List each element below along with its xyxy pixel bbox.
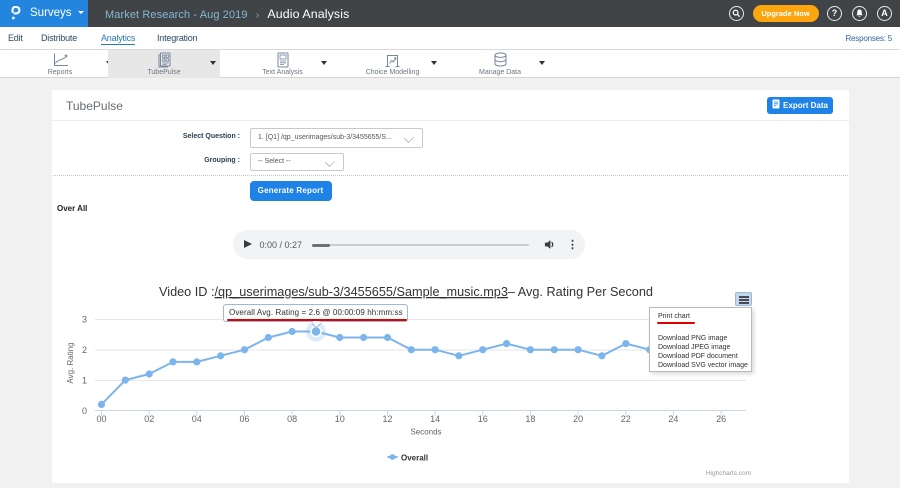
svg-text:06: 06 — [239, 414, 249, 424]
svg-text:Video ID :/qp_userimages/sub-3: Video ID :/qp_userimages/sub-3/3455655/S… — [159, 285, 653, 299]
svg-text:Overall: Overall — [401, 454, 428, 463]
svg-text:10: 10 — [335, 414, 345, 424]
svg-text:0: 0 — [82, 406, 87, 416]
svg-text:24: 24 — [668, 414, 678, 424]
svg-text:1: 1 — [82, 376, 87, 386]
svg-text:Avg. Rating: Avg. Rating — [66, 342, 75, 383]
svg-text:2: 2 — [82, 345, 87, 355]
svg-text:18: 18 — [525, 414, 535, 424]
svg-text:Seconds: Seconds — [410, 428, 441, 437]
svg-text:16: 16 — [478, 414, 488, 424]
svg-text:02: 02 — [144, 414, 154, 424]
svg-text:04: 04 — [192, 414, 202, 424]
svg-text:22: 22 — [621, 414, 631, 424]
svg-text:14: 14 — [430, 414, 440, 424]
svg-text:Highcharts.com: Highcharts.com — [706, 470, 751, 477]
svg-text:08: 08 — [287, 414, 297, 424]
svg-text:00: 00 — [96, 414, 106, 424]
svg-text:20: 20 — [573, 414, 583, 424]
svg-text:3: 3 — [82, 315, 87, 325]
svg-text:12: 12 — [382, 414, 392, 424]
svg-text:26: 26 — [716, 414, 726, 424]
